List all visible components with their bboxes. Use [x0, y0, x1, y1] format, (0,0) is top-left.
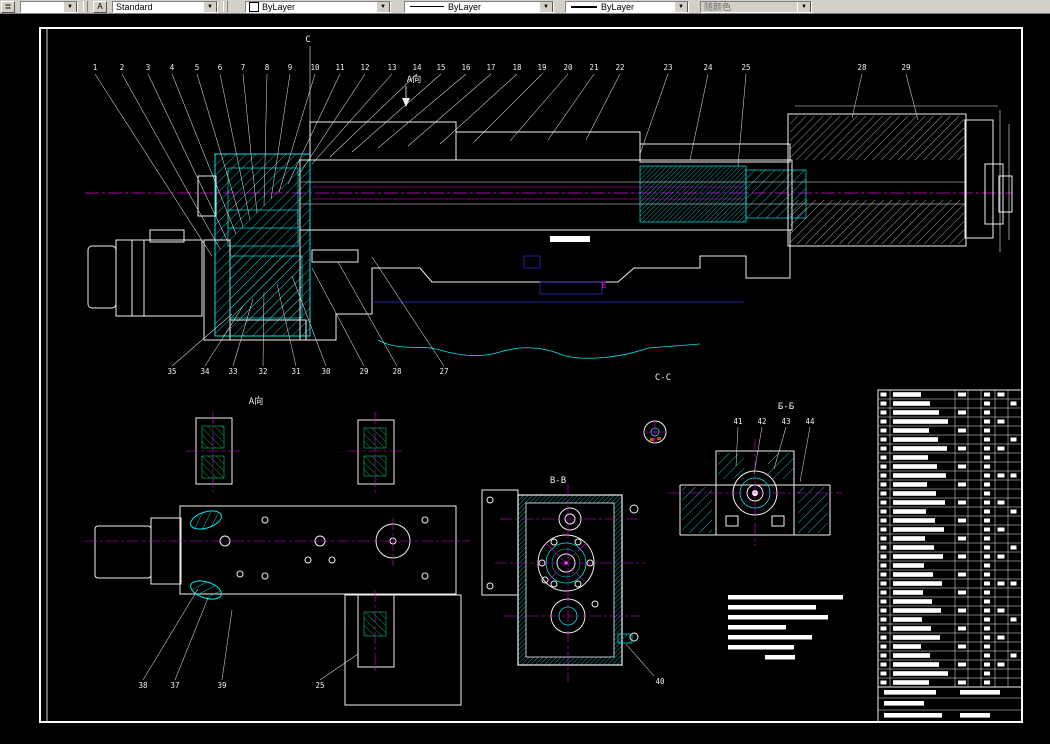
properties-toolbar: ≣ ▼ A Standard ▼ ByLayer ▼ ByLayer ▼ ByL…: [0, 0, 1050, 14]
callout: 42: [757, 417, 766, 426]
callout-labels-bottom: 35 34 33 32 31 30 29 28 27: [167, 367, 448, 376]
layer-combo[interactable]: ▼: [20, 0, 78, 13]
notes-block: [728, 595, 843, 660]
callout: 5: [195, 63, 200, 72]
callout: 8: [265, 63, 270, 72]
callout: 34: [200, 367, 210, 376]
text-style-value: Standard: [116, 1, 153, 12]
callout: 32: [258, 367, 267, 376]
bom-table: [877, 389, 1023, 723]
callout: 27: [439, 367, 448, 376]
linetype-sample: [410, 6, 444, 7]
callout: 28: [857, 63, 867, 72]
section-labels: C A向 A向 C-C B-B Б-Б E: [249, 35, 794, 486]
callout: 29: [901, 63, 910, 72]
callout: 9: [288, 63, 293, 72]
chevron-down-icon: ▼: [797, 1, 811, 12]
text-style-icon[interactable]: A: [93, 0, 107, 13]
callout: 11: [335, 63, 344, 72]
chevron-down-icon[interactable]: ▼: [63, 1, 77, 12]
callout: 13: [387, 63, 396, 72]
lineweight-combo[interactable]: ByLayer ▼: [565, 0, 689, 13]
callout-labels-bb: 41 42 43 44: [733, 417, 815, 426]
color-value: ByLayer: [262, 1, 296, 12]
callout: 43: [781, 417, 790, 426]
callout: 15: [436, 63, 445, 72]
callout: 4: [170, 63, 175, 72]
linetype-value: ByLayer: [448, 1, 482, 12]
section-label-bb-right: Б-Б: [778, 402, 794, 412]
callout: 37: [170, 681, 179, 690]
callout: 22: [615, 63, 624, 72]
view-a-plan: [85, 412, 470, 706]
callout: 14: [412, 63, 422, 72]
callout: 25: [741, 63, 750, 72]
chevron-down-icon[interactable]: ▼: [539, 1, 553, 12]
callout: 2: [120, 63, 125, 72]
callout: 40: [655, 677, 665, 686]
callout: 44: [805, 417, 815, 426]
chevron-down-icon[interactable]: ▼: [674, 1, 688, 12]
callout: 33: [228, 367, 237, 376]
callout: 7: [241, 63, 246, 72]
linetype-combo[interactable]: ByLayer ▼: [404, 0, 554, 13]
callout: 1: [93, 63, 98, 72]
plotstyle-combo: 随颜色 ▼: [700, 0, 812, 13]
section-bb-right-view: [668, 426, 842, 546]
callout: 30: [321, 367, 331, 376]
callout: 3: [146, 63, 151, 72]
section-label-cc: C-C: [655, 373, 671, 383]
color-swatch: [249, 1, 259, 12]
section-label-bb-mid: B-B: [550, 476, 566, 486]
lineweight-value: ByLayer: [601, 1, 635, 12]
callout: 21: [589, 63, 598, 72]
callout: 24: [703, 63, 713, 72]
callout: 29: [359, 367, 368, 376]
callout-labels-top: 1 2 3 4 5 6 7 8 9 10 11 12 13 14 15 16 1…: [93, 63, 911, 72]
chevron-down-icon[interactable]: ▼: [376, 1, 390, 12]
toolbar-grip[interactable]: [83, 1, 88, 12]
text-style-combo[interactable]: Standard ▼: [112, 0, 218, 13]
detail-cc: [643, 420, 667, 444]
callout: 20: [563, 63, 573, 72]
view-a-arrow-label: A向: [407, 73, 421, 85]
callout: 12: [360, 63, 369, 72]
callout: 41: [733, 417, 742, 426]
callout: 28: [392, 367, 402, 376]
plotstyle-value: 随颜色: [704, 2, 732, 12]
callout: 39: [217, 681, 226, 690]
section-label-c: C: [305, 35, 310, 45]
toolbar-grip[interactable]: [223, 1, 228, 12]
callout: 16: [461, 63, 471, 72]
callout: 10: [310, 63, 320, 72]
callout: 25: [315, 681, 324, 690]
chevron-down-icon[interactable]: ▼: [203, 1, 217, 12]
view-a-label: A向: [249, 395, 263, 407]
datum-label-e: E: [601, 281, 606, 291]
callout: 23: [663, 63, 672, 72]
callout: 17: [486, 63, 495, 72]
color-combo[interactable]: ByLayer ▼: [245, 0, 391, 13]
callout: 38: [138, 681, 148, 690]
callout: 18: [512, 63, 522, 72]
callout: 6: [218, 63, 223, 72]
callout: 19: [537, 63, 546, 72]
callout: 31: [291, 367, 300, 376]
section-bb-mid-view: [481, 484, 655, 682]
callout-labels-view-a: 38 37 39 25: [138, 681, 324, 690]
layers-icon[interactable]: ≣: [1, 0, 15, 13]
drawing-canvas[interactable]: 1 2 3 4 5 6 7 8 9 10 11 12 13 14 15 16 1…: [0, 14, 1050, 739]
callout: 35: [167, 367, 176, 376]
lineweight-sample: [571, 5, 597, 8]
